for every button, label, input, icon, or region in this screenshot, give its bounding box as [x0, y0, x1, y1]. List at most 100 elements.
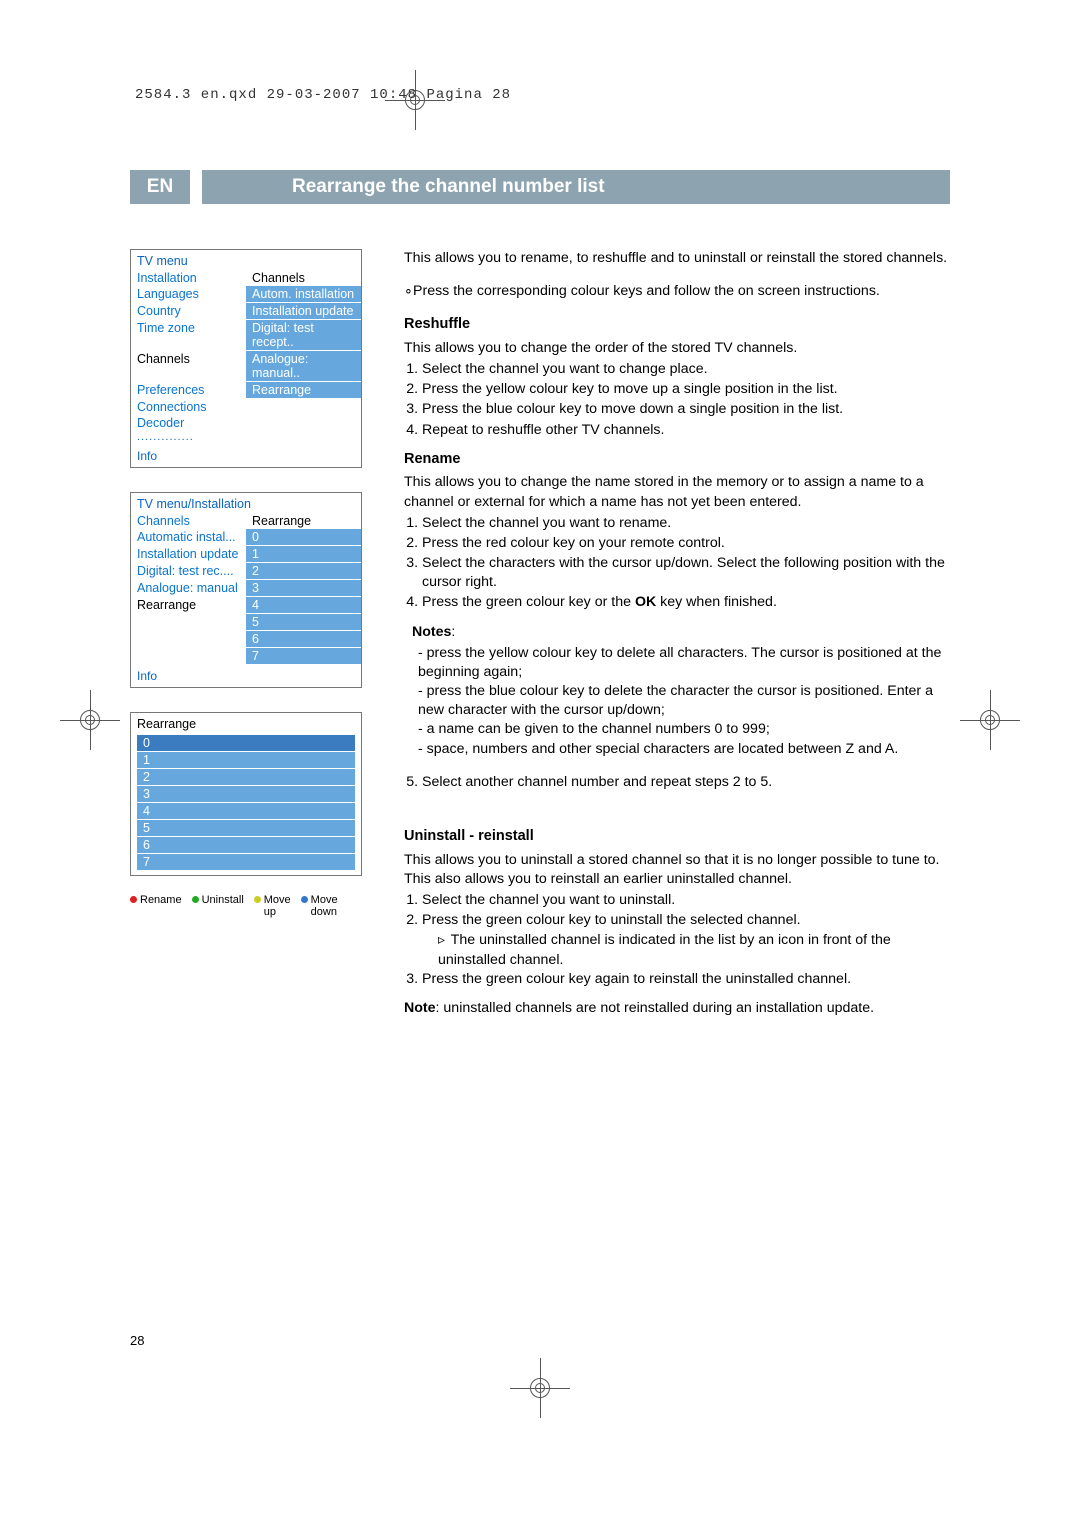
blue-dot-icon: [301, 896, 308, 903]
menu1-left-item: Time zone: [131, 320, 246, 351]
intro-para-2: ∘Press the corresponding colour keys and…: [404, 282, 950, 301]
menu2-left-item: [131, 614, 246, 631]
legend-key: Move down: [301, 894, 338, 918]
menu2-info: Info: [131, 665, 361, 687]
yellow-dot-icon: [254, 896, 261, 903]
menu-dots: ..............: [131, 431, 361, 445]
menu2-left-item: Rearrange: [131, 597, 246, 614]
reshuffle-para: This allows you to change the order of t…: [404, 339, 950, 358]
menu1-right-item: Channels: [246, 270, 361, 286]
rearr-item: 6: [137, 837, 355, 854]
uninstall-steps: Select the channel you want to uninstall…: [404, 891, 950, 989]
list-item: Press the blue colour key to move down a…: [422, 400, 950, 419]
list-item: Select the channel you want to rename.: [422, 514, 950, 533]
crop-mark-bottom: [510, 1358, 570, 1418]
menu2-title: TV menu/Installation: [131, 493, 361, 513]
tv-menu-box-1: TV menu InstallationChannelsLanguagesAut…: [130, 249, 362, 468]
menu1-left-item: Decoder: [131, 415, 246, 431]
note-item: space, numbers and other special charact…: [418, 740, 950, 759]
rename-steps: Select the channel you want to rename.Pr…: [404, 514, 950, 613]
legend-key: Rename: [130, 894, 182, 918]
list-item: Press the green colour key again to rein…: [422, 970, 950, 989]
rearr-item: 2: [137, 769, 355, 786]
uninstall-para: This allows you to uninstall a stored ch…: [404, 851, 950, 889]
menu2-left-item: Digital: test rec....: [131, 563, 246, 580]
rearr-item: 4: [137, 803, 355, 820]
menu1-left-item: Country: [131, 303, 246, 320]
list-item: Select the channel you want to change pl…: [422, 360, 950, 379]
menu1-left-item: Connections: [131, 399, 246, 415]
list-item: Select the characters with the cursor up…: [422, 554, 950, 592]
rearr-item: 5: [137, 820, 355, 837]
menu2-left-item: Automatic instal...: [131, 529, 246, 546]
menu2-right-item: 2: [246, 563, 361, 580]
legend-key: Uninstall: [192, 894, 244, 918]
list-item: Press the green colour key or the OK key…: [422, 593, 950, 612]
page-title: Rearrange the channel number list: [202, 170, 950, 204]
green-dot-icon: [192, 896, 199, 903]
menu2-left-item: Channels: [131, 513, 246, 529]
rearr-item: 7: [137, 854, 355, 871]
menu1-right-item: Rearrange: [246, 382, 361, 399]
red-dot-icon: [130, 896, 137, 903]
print-header-slug: 2584.3 en.qxd 29-03-2007 10:48 Pagina 28: [135, 87, 511, 103]
menu2-right-item: 4: [246, 597, 361, 614]
rename-para: This allows you to change the name store…: [404, 473, 950, 511]
menu2-right-item: 5: [246, 614, 361, 631]
menu1-left-item: Preferences: [131, 382, 246, 399]
menu2-left-item: [131, 631, 246, 648]
menu2-left-item: [131, 648, 246, 665]
menu1-right-item: Autom. installation: [246, 286, 361, 303]
list-item: Press the red colour key on your remote …: [422, 534, 950, 553]
menu2-right-item: 1: [246, 546, 361, 563]
legend-label: Rename: [140, 894, 182, 906]
note-item: a name can be given to the channel numbe…: [418, 720, 950, 739]
crop-mark-left: [60, 690, 120, 750]
note-item: press the yellow colour key to delete al…: [418, 644, 950, 682]
uninstall-heading: Uninstall - reinstall: [404, 827, 950, 847]
language-badge: EN: [130, 170, 190, 204]
reshuffle-heading: Reshuffle: [404, 315, 950, 335]
rename-steps-cont: Select another channel number and repeat…: [404, 773, 950, 792]
legend-label: Uninstall: [202, 894, 244, 906]
legend-label: Move down: [311, 894, 338, 918]
list-item: Select another channel number and repeat…: [422, 773, 950, 792]
colour-key-legend: Rename Uninstall Move up Move down: [130, 894, 362, 918]
menu1-right-item: Digital: test recept..: [246, 320, 361, 351]
list-item: Press the green colour key to uninstall …: [422, 911, 950, 930]
menu1-left-item: Languages: [131, 286, 246, 303]
menu1-right-item: Installation update: [246, 303, 361, 320]
menu2-left-item: Installation update: [131, 546, 246, 563]
rearr-item: 0: [137, 735, 355, 752]
menu2-right-item: Rearrange: [246, 513, 361, 529]
menu1-info: Info: [131, 445, 361, 467]
list-item: Select the channel you want to uninstall…: [422, 891, 950, 910]
tv-menu-box-2: TV menu/Installation ChannelsRearrangeAu…: [130, 492, 362, 688]
page-number: 28: [130, 1333, 144, 1348]
intro-para-1: This allows you to rename, to reshuffle …: [404, 249, 950, 268]
menu2-right-item: 6: [246, 631, 361, 648]
crop-mark-right: [960, 690, 1020, 750]
legend-label: Move up: [264, 894, 291, 918]
note-item: press the blue colour key to delete the …: [418, 682, 950, 720]
rearr-title: Rearrange: [131, 713, 361, 735]
legend-key: Move up: [254, 894, 291, 918]
menu2-right-item: 3: [246, 580, 361, 597]
rearr-item: 1: [137, 752, 355, 769]
rearrange-box: Rearrange 01234567: [130, 712, 362, 876]
menu2-right-item: 0: [246, 529, 361, 546]
menu2-right-item: 7: [246, 648, 361, 665]
notes-block: Notes: press the yellow colour key to de…: [404, 623, 950, 759]
menu1-left-item: Channels: [131, 351, 246, 382]
menu1-left-item: Installation: [131, 270, 246, 286]
menu1-right-item: Analogue: manual..: [246, 351, 361, 382]
menu2-left-item: Analogue: manual: [131, 580, 246, 597]
page-title-row: EN Rearrange the channel number list: [130, 170, 950, 204]
reshuffle-steps: Select the channel you want to change pl…: [404, 360, 950, 440]
sub-bullet: ▹ The uninstalled channel is indicated i…: [422, 931, 950, 969]
rearr-item: 3: [137, 786, 355, 803]
menu1-title: TV menu: [131, 250, 361, 270]
list-item: Press the yellow colour key to move up a…: [422, 380, 950, 399]
rename-heading: Rename: [404, 450, 950, 470]
uninstall-note: Note: uninstalled channels are not reins…: [404, 999, 950, 1018]
